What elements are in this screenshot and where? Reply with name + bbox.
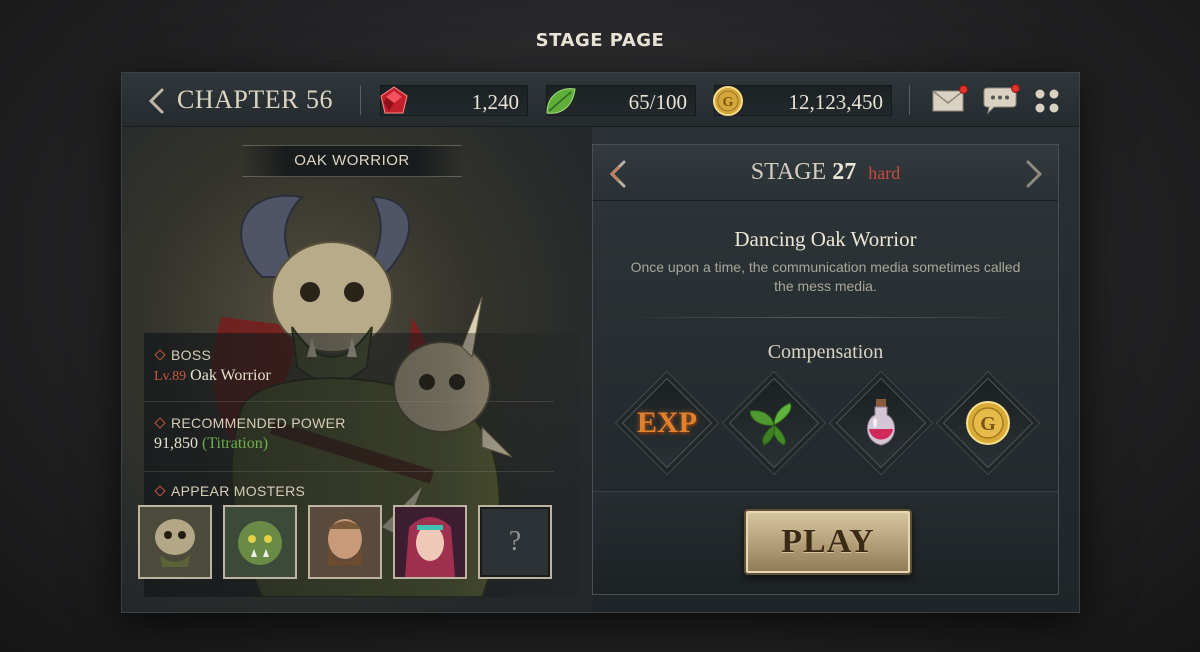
divider <box>144 401 554 402</box>
compensation-title: Compensation <box>767 341 884 363</box>
reward-exp[interactable]: EXP <box>621 377 713 469</box>
gems-counter[interactable]: 1,240 <box>380 85 528 116</box>
chat-notification-dot <box>1011 84 1020 93</box>
monster-portrait[interactable] <box>138 505 212 579</box>
divider <box>909 85 910 115</box>
reward-potion[interactable] <box>835 377 927 469</box>
monster-portrait[interactable] <box>223 505 297 579</box>
page-title: STAGE PAGE <box>535 30 665 51</box>
divider <box>360 85 361 115</box>
monster-portrait[interactable] <box>393 505 467 579</box>
stage-name: Dancing Oak Worrior <box>734 227 917 251</box>
monsters-row: APPEAR MOSTERS <box>154 483 305 499</box>
gold-counter[interactable]: G 12,123,450 <box>713 85 892 116</box>
play-button[interactable]: PLAY <box>744 509 912 575</box>
play-area: PLAY <box>593 491 1058 594</box>
stage-number: 27 <box>832 159 857 185</box>
stamina-value: 65/100 <box>628 90 687 114</box>
stage-description: Once upon a time, the communication medi… <box>630 259 1021 294</box>
gold-coin-icon: G <box>713 86 743 116</box>
ruby-icon <box>380 86 408 114</box>
menu-grid-icon <box>1035 89 1059 113</box>
divider <box>618 317 1033 318</box>
diamond-bullet-icon <box>154 417 166 429</box>
locked-monster-slot[interactable]: ? <box>478 505 552 579</box>
reward-list: EXP G <box>621 377 1034 469</box>
reward-gold[interactable]: G <box>942 377 1034 469</box>
mail-button[interactable] <box>931 85 968 120</box>
stage-header: STAGE 27 hard <box>593 145 1058 201</box>
monster-portrait[interactable] <box>308 505 382 579</box>
boss-panel: OAK WORRIOR BOSS Lv.89 Oak Worrior RECOM… <box>122 127 592 612</box>
power-note: (Titration) <box>202 435 269 452</box>
potion-bottle-icon <box>867 399 895 446</box>
bearded-warrior-portrait-icon <box>310 507 380 577</box>
chapter-title: CHAPTER 56 <box>177 85 333 114</box>
chat-button[interactable] <box>980 84 1020 120</box>
boss-level: Lv.89 <box>154 369 187 384</box>
diamond-bullet-icon <box>154 485 166 497</box>
boss-name-banner: OAK WORRIOR <box>242 145 462 177</box>
monsters-label: APPEAR MOSTERS <box>171 483 306 499</box>
svg-text:G: G <box>980 413 996 435</box>
divider <box>144 471 554 472</box>
gems-value: 1,240 <box>471 90 519 114</box>
svg-text:G: G <box>723 95 734 110</box>
leaf-icon <box>546 88 576 114</box>
diamond-bullet-icon <box>154 349 166 361</box>
boss-row: BOSS Lv.89 Oak Worrior <box>154 347 271 385</box>
power-row: RECOMMENDED POWER 91,850 (Titration) <box>154 415 346 453</box>
exp-icon: EXP <box>637 406 697 439</box>
power-label: RECOMMENDED POWER <box>171 415 346 431</box>
boss-label: BOSS <box>171 347 212 363</box>
reward-herb[interactable] <box>728 377 820 469</box>
stage-difficulty: hard <box>868 163 901 183</box>
sorceress-portrait-icon <box>395 507 465 577</box>
herb-leaves-icon <box>749 402 792 446</box>
gold-coin-icon: G <box>966 401 1010 445</box>
skull-orc-portrait-icon <box>140 507 210 577</box>
gold-value: 12,123,450 <box>788 90 884 114</box>
monster-list: ? <box>138 505 552 579</box>
stage-panel: STAGE 27 hard Dancing Oak Worrior Once u… <box>592 144 1059 595</box>
next-stage-icon[interactable] <box>1023 159 1045 189</box>
boss-name: Oak Worrior <box>190 367 271 384</box>
stage-label: STAGE <box>750 159 827 185</box>
stage-title: STAGE 27 hard <box>593 159 1058 186</box>
green-orc-portrait-icon <box>225 507 295 577</box>
power-value: 91,850 <box>154 435 198 452</box>
back-arrow-icon[interactable] <box>146 87 168 115</box>
stage-window: CHAPTER 56 1,240 65/100 G 12,123,450 OAK… <box>121 72 1080 613</box>
menu-button[interactable] <box>1033 87 1061 120</box>
top-bar: CHAPTER 56 1,240 65/100 G 12,123,450 <box>122 73 1079 127</box>
stamina-counter[interactable]: 65/100 <box>546 85 696 116</box>
mail-notification-dot <box>959 85 968 94</box>
